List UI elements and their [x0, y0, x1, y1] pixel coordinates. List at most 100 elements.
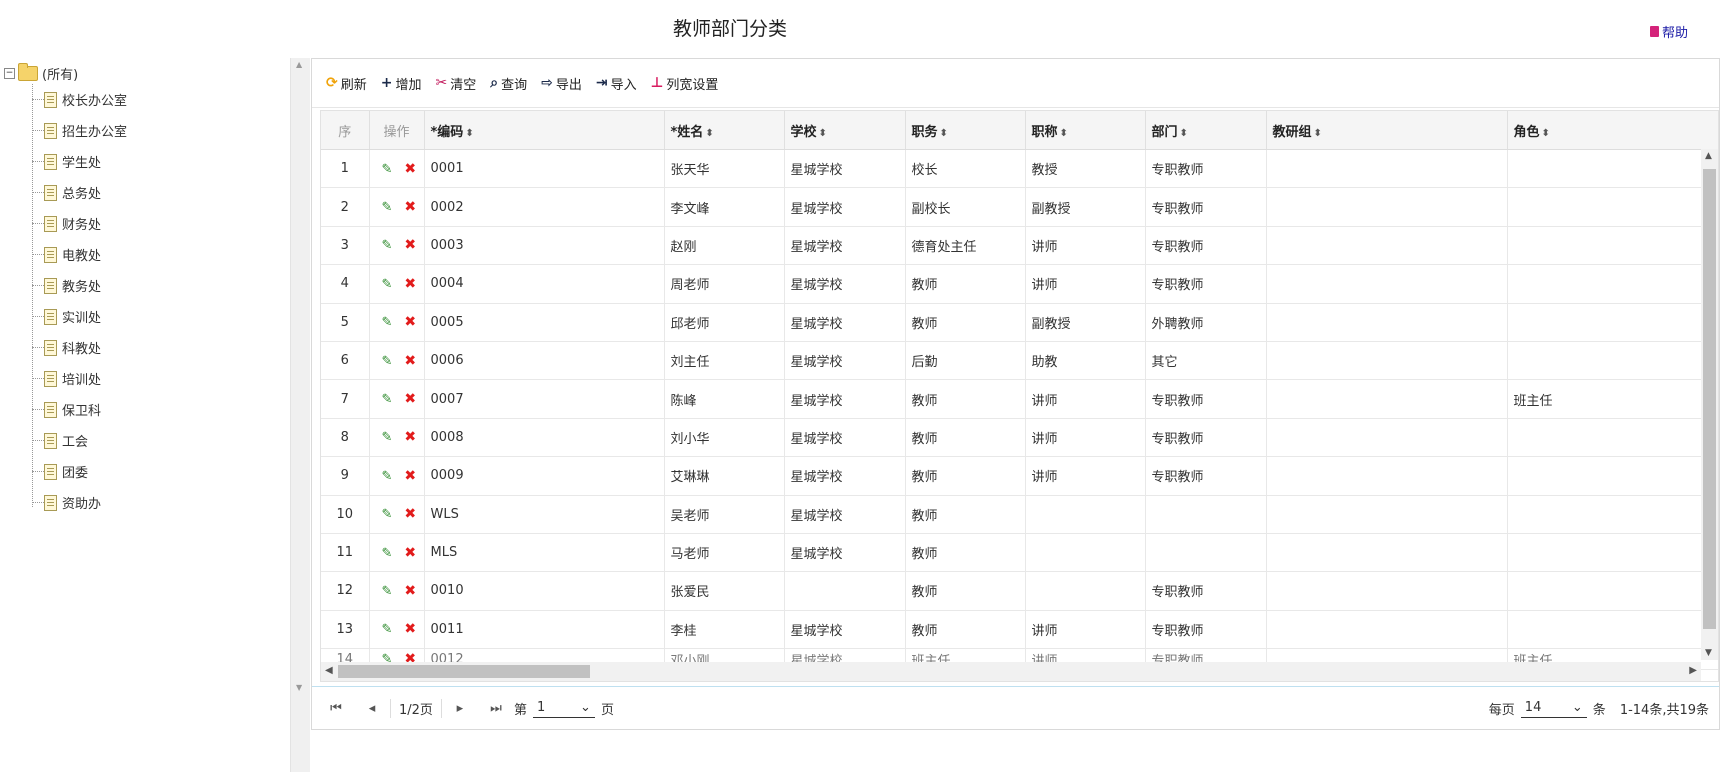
- next-page-icon[interactable]: ▸: [442, 701, 478, 716]
- table-row[interactable]: 6 ✎ ✖ 0006 刘主任 星城学校 后勤 助教 其它: [321, 341, 1718, 381]
- tree-item[interactable]: 招生办公室: [26, 115, 284, 146]
- tree-item[interactable]: 资助办: [26, 487, 284, 518]
- sort-icon[interactable]: ⬍: [819, 128, 827, 139]
- per-page-select[interactable]: 14 ⌄: [1520, 698, 1587, 718]
- tree-item[interactable]: 科教处: [26, 332, 284, 363]
- table-row[interactable]: 4 ✎ ✖ 0004 周老师 星城学校 教师 讲师 专职教师: [321, 264, 1718, 304]
- page-select[interactable]: 1 ⌄: [532, 698, 595, 718]
- delete-icon[interactable]: ✖: [404, 506, 416, 522]
- export-label: 导出: [555, 77, 582, 93]
- delete-icon[interactable]: ✖: [404, 391, 416, 407]
- tree-item[interactable]: 保卫科: [26, 394, 284, 425]
- col-code-header[interactable]: *编码 ⬍: [424, 111, 665, 150]
- delete-icon[interactable]: ✖: [404, 353, 416, 369]
- edit-icon[interactable]: ✎: [382, 584, 393, 599]
- sort-icon[interactable]: ⬍: [465, 128, 473, 139]
- import-button[interactable]: ⇥ 导入: [596, 74, 637, 93]
- col-position-header[interactable]: 职务 ⬍: [905, 111, 1026, 150]
- splitter[interactable]: ▲ ▼: [290, 58, 310, 772]
- prev-page-icon[interactable]: ◂: [354, 701, 390, 716]
- edit-icon[interactable]: ✎: [382, 392, 393, 407]
- table-row[interactable]: 2 ✎ ✖ 0002 李文峰 星城学校 副校长 副教授 专职教师: [321, 187, 1718, 227]
- delete-icon[interactable]: ✖: [404, 199, 416, 215]
- tree-item[interactable]: 学生处: [26, 146, 284, 177]
- table-row[interactable]: 1 ✎ ✖ 0001 张天华 星城学校 校长 教授 专职教师: [321, 149, 1718, 189]
- sort-icon[interactable]: ⬍: [940, 128, 948, 139]
- col-school-header[interactable]: 学校 ⬍: [784, 111, 906, 150]
- table-row[interactable]: 13 ✎ ✖ 0011 李桂 星城学校 教师 讲师 专职教师: [321, 610, 1718, 650]
- vertical-scrollbar[interactable]: ▲ ▼: [1701, 149, 1718, 660]
- help-link[interactable]: 帮助: [1650, 22, 1688, 41]
- sort-icon[interactable]: ⬍: [1314, 128, 1322, 139]
- edit-icon[interactable]: ✎: [382, 162, 393, 177]
- export-button[interactable]: ⇨ 导出: [541, 74, 582, 93]
- sort-icon[interactable]: ⬍: [1180, 128, 1188, 139]
- edit-icon[interactable]: ✎: [382, 469, 393, 484]
- table-row[interactable]: 11 ✎ ✖ MLS 马老师 星城学校 教师: [321, 533, 1718, 573]
- tree-item[interactable]: 教务处: [26, 270, 284, 301]
- scroll-left-icon[interactable]: ◀: [325, 665, 333, 676]
- edit-icon[interactable]: ✎: [382, 507, 393, 522]
- delete-icon[interactable]: ✖: [404, 621, 416, 637]
- sort-icon[interactable]: ⬍: [1060, 128, 1068, 139]
- delete-icon[interactable]: ✖: [404, 583, 416, 599]
- table-row[interactable]: 10 ✎ ✖ WLS 吴老师 星城学校 教师: [321, 495, 1718, 534]
- edit-icon[interactable]: ✎: [382, 238, 393, 253]
- edit-icon[interactable]: ✎: [382, 315, 393, 330]
- clear-button[interactable]: ✂ 清空: [436, 74, 477, 93]
- last-page-icon[interactable]: ⏭: [478, 701, 514, 716]
- chevron-down-icon: ⌄: [1571, 700, 1583, 715]
- tree-item[interactable]: 团委: [26, 456, 284, 487]
- table-row[interactable]: 5 ✎ ✖ 0005 邱老师 星城学校 教师 副教授 外聘教师: [321, 303, 1718, 342]
- refresh-button[interactable]: ⟳ 刷新: [326, 74, 367, 93]
- edit-icon[interactable]: ✎: [382, 546, 393, 561]
- delete-icon[interactable]: ✖: [404, 237, 416, 253]
- tree-item[interactable]: 实训处: [26, 301, 284, 332]
- col-title-header[interactable]: 职称 ⬍: [1025, 111, 1146, 150]
- edit-icon[interactable]: ✎: [382, 354, 393, 369]
- delete-icon[interactable]: ✖: [404, 314, 416, 330]
- scroll-down-icon[interactable]: ▼: [296, 683, 302, 692]
- cell-position: 教师: [905, 571, 1026, 611]
- tree-item[interactable]: 总务处: [26, 177, 284, 208]
- cell-dept: [1145, 495, 1267, 534]
- col-group-header[interactable]: 教研组 ⬍: [1266, 111, 1508, 150]
- delete-icon[interactable]: ✖: [404, 429, 416, 445]
- collapse-icon[interactable]: −: [4, 67, 15, 79]
- scroll-up-icon[interactable]: ▲: [296, 60, 302, 69]
- scroll-thumb[interactable]: [338, 665, 590, 678]
- edit-icon[interactable]: ✎: [382, 277, 393, 292]
- scroll-right-icon[interactable]: ▶: [1689, 665, 1697, 676]
- delete-icon[interactable]: ✖: [404, 276, 416, 292]
- scroll-thumb[interactable]: [1703, 169, 1716, 629]
- edit-icon[interactable]: ✎: [382, 430, 393, 445]
- tree-item[interactable]: 培训处: [26, 363, 284, 394]
- column-settings-button[interactable]: ⊥ 列宽设置: [651, 74, 719, 93]
- tree-item[interactable]: 财务处: [26, 208, 284, 239]
- delete-icon[interactable]: ✖: [404, 545, 416, 561]
- edit-icon[interactable]: ✎: [382, 622, 393, 637]
- table-row[interactable]: 9 ✎ ✖ 0009 艾琳琳 星城学校 教师 讲师 专职教师: [321, 456, 1718, 496]
- horizontal-scrollbar[interactable]: ◀ ▶: [321, 662, 1701, 681]
- table-row[interactable]: 7 ✎ ✖ 0007 陈峰 星城学校 教师 讲师 专职教师 班主任: [321, 379, 1718, 419]
- edit-icon[interactable]: ✎: [382, 200, 393, 215]
- query-button[interactable]: ⌕ 查询: [490, 74, 527, 93]
- first-page-icon[interactable]: ⏮: [318, 701, 354, 716]
- table-row[interactable]: 3 ✎ ✖ 0003 赵刚 星城学校 德育处主任 讲师 专职教师: [321, 226, 1718, 266]
- delete-icon[interactable]: ✖: [404, 161, 416, 177]
- col-name-header[interactable]: *姓名 ⬍: [664, 111, 785, 150]
- scroll-down-icon[interactable]: ▼: [1705, 648, 1712, 658]
- tree-item[interactable]: 工会: [26, 425, 284, 456]
- col-dept-header[interactable]: 部门 ⬍: [1145, 111, 1267, 150]
- scroll-up-icon[interactable]: ▲: [1705, 151, 1712, 161]
- tree-item[interactable]: 电教处: [26, 239, 284, 270]
- add-button[interactable]: + 增加: [381, 74, 422, 93]
- tree-root[interactable]: − (所有): [4, 62, 284, 84]
- col-role-header[interactable]: 角色 ⬍: [1507, 111, 1718, 150]
- delete-icon[interactable]: ✖: [404, 468, 416, 484]
- table-row[interactable]: 8 ✎ ✖ 0008 刘小华 星城学校 教师 讲师 专职教师: [321, 418, 1718, 458]
- tree-item[interactable]: 校长办公室: [26, 84, 284, 115]
- table-row[interactable]: 12 ✎ ✖ 0010 张爱民 教师 专职教师: [321, 571, 1718, 611]
- sort-icon[interactable]: ⬍: [705, 128, 713, 139]
- sort-icon[interactable]: ⬍: [1542, 128, 1550, 139]
